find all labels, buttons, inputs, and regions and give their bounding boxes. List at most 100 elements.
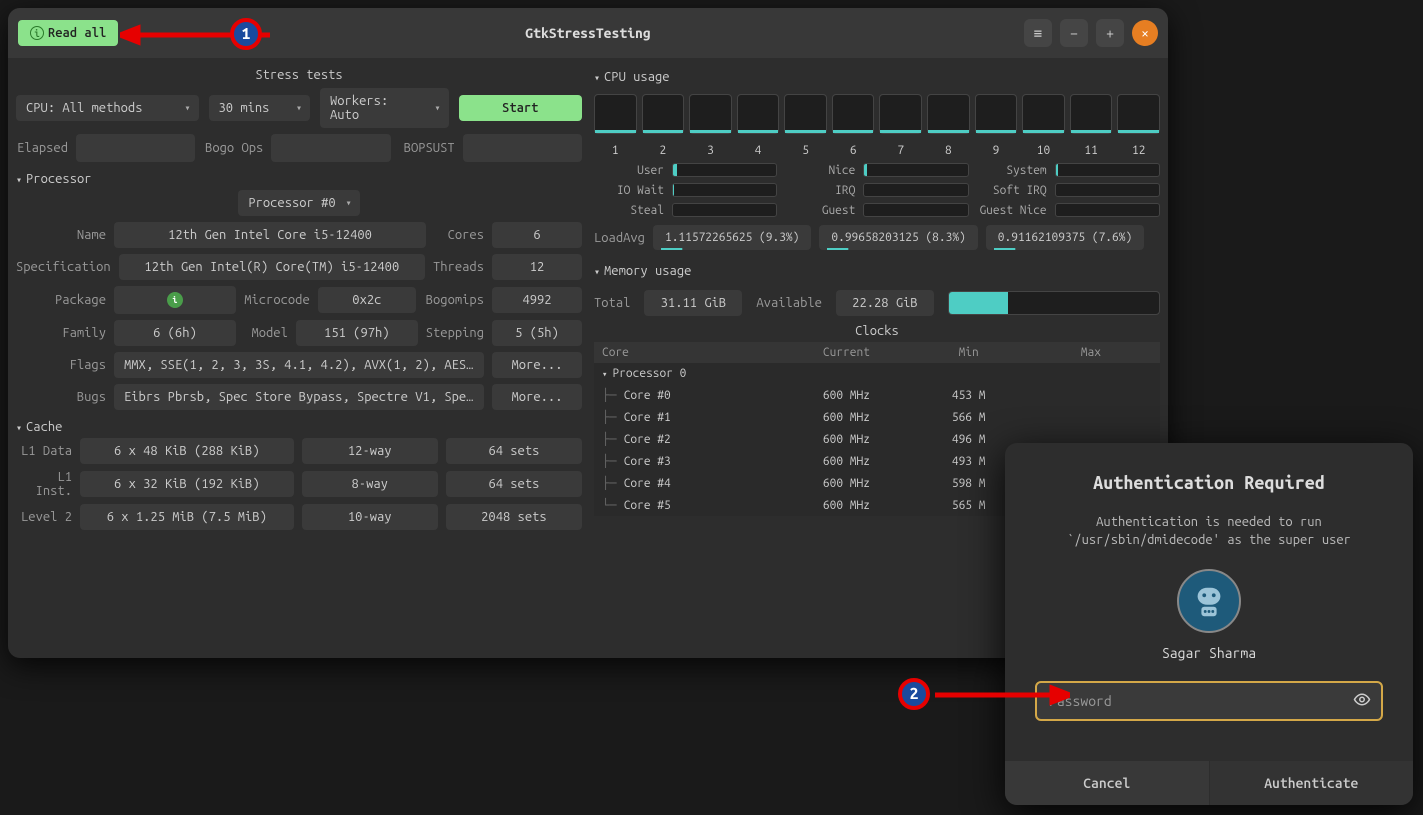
name-label: Name <box>16 228 106 242</box>
clock-row: ├─ Core #1600 MHz566 M <box>594 406 1160 428</box>
meter-bar <box>672 183 777 197</box>
package-info-icon: i <box>167 292 183 308</box>
threads-value: 12 <box>492 254 582 280</box>
processor-selector[interactable]: Processor #0 <box>238 190 359 216</box>
bogomips-label: Bogomips <box>424 293 484 307</box>
meter-label: Soft IRQ <box>977 184 1047 197</box>
cache-sets: 64 sets <box>446 438 582 464</box>
cache-header[interactable]: Cache <box>16 416 582 438</box>
cpu-core-number: 4 <box>737 140 780 157</box>
cpu-core-box <box>642 94 685 134</box>
info-icon: i <box>30 26 44 40</box>
bogoops-value <box>271 134 390 162</box>
bogomips-value: 4992 <box>492 287 582 313</box>
main-window: i Read all GtkStressTesting ≡ − + × Stre… <box>8 8 1168 658</box>
start-button[interactable]: Start <box>459 95 583 121</box>
left-pane: Stress tests CPU: All methods 30 mins Wo… <box>16 66 582 650</box>
clocks-title: Clocks <box>594 316 1160 342</box>
meter-label: System <box>977 164 1047 177</box>
flags-label: Flags <box>16 358 106 372</box>
cores-label: Cores <box>434 228 484 242</box>
cache-label: Level 2 <box>16 510 72 524</box>
cpu-core-box <box>1117 94 1160 134</box>
workers-combo[interactable]: Workers: Auto <box>320 88 449 128</box>
microcode-label: Microcode <box>244 293 310 307</box>
memory-header[interactable]: Memory usage <box>594 260 1160 282</box>
meter-label: Nice <box>785 164 855 177</box>
cancel-button[interactable]: Cancel <box>1005 761 1210 805</box>
flags-value: MMX, SSE(1, 2, 3, 3S, 4.1, 4.2), AVX(1, … <box>114 352 484 378</box>
auth-message: Authentication is needed to run `/usr/sb… <box>1035 513 1383 549</box>
mem-total-value: 31.11 GiB <box>644 290 742 316</box>
cpu-usage-header[interactable]: CPU usage <box>594 66 1160 88</box>
cpu-core-box <box>594 94 637 134</box>
bugs-more-button[interactable]: More... <box>492 384 582 410</box>
load-value: 1.11572265625 (9.3%) <box>653 225 811 250</box>
bogoops-label: Bogo Ops <box>203 141 263 155</box>
read-all-button[interactable]: i Read all <box>18 20 118 46</box>
auth-username: Sagar Sharma <box>1035 645 1383 661</box>
cpu-core-number: 10 <box>1022 140 1065 157</box>
elapsed-value <box>76 134 195 162</box>
family-value: 6 (6h) <box>114 320 236 346</box>
read-all-label: Read all <box>48 26 106 40</box>
spec-value: 12th Gen Intel(R) Core(TM) i5-12400 <box>119 254 425 280</box>
cpu-core-box <box>1022 94 1065 134</box>
meter-label: User <box>594 164 664 177</box>
cpu-core-number: 1 <box>594 140 637 157</box>
clocks-processor-row[interactable]: Processor 0 <box>594 363 1160 384</box>
cache-sets: 2048 sets <box>446 504 582 530</box>
col-current: Current <box>785 346 907 359</box>
maximize-button[interactable]: + <box>1096 19 1124 47</box>
memory-bar <box>948 291 1160 315</box>
col-min: Min <box>908 346 1030 359</box>
reveal-password-icon[interactable] <box>1353 691 1371 712</box>
cpu-core-box <box>832 94 875 134</box>
cpu-core-number: 12 <box>1117 140 1160 157</box>
auth-dialog: Authentication Required Authentication i… <box>1005 443 1413 805</box>
bugs-value: Eibrs Pbrsb, Spec Store Bypass, Spectre … <box>114 384 484 410</box>
clocks-header-row: Core Current Min Max <box>594 342 1160 363</box>
close-button[interactable]: × <box>1132 20 1158 46</box>
cpu-core-number: 11 <box>1070 140 1113 157</box>
authenticate-button[interactable]: Authenticate <box>1210 761 1414 805</box>
cores-value: 6 <box>492 222 582 248</box>
user-avatar-icon <box>1177 569 1241 633</box>
stepping-label: Stepping <box>426 326 484 340</box>
cache-size: 6 x 1.25 MiB (7.5 MiB) <box>80 504 294 530</box>
col-core: Core <box>602 346 785 359</box>
microcode-value: 0x2c <box>318 287 416 313</box>
cpu-core-number: 8 <box>927 140 970 157</box>
minimize-button[interactable]: − <box>1060 19 1088 47</box>
col-max: Max <box>1030 346 1152 359</box>
package-value: i <box>114 286 236 314</box>
cpu-core-grid <box>594 88 1160 140</box>
cpu-core-number: 3 <box>689 140 732 157</box>
processor-header[interactable]: Processor <box>16 168 582 190</box>
meter-bar <box>672 203 777 217</box>
cpu-core-number: 2 <box>642 140 685 157</box>
mem-total-label: Total <box>594 296 630 310</box>
package-label: Package <box>16 293 106 307</box>
cache-label: L1 Inst. <box>16 470 72 498</box>
password-input[interactable] <box>1035 681 1383 721</box>
flags-more-button[interactable]: More... <box>492 352 582 378</box>
meter-label: Steal <box>594 204 664 217</box>
method-combo[interactable]: CPU: All methods <box>16 95 199 121</box>
load-value: 0.99658203125 (8.3%) <box>819 225 977 250</box>
elapsed-label: Elapsed <box>16 141 68 155</box>
auth-title: Authentication Required <box>1035 473 1383 493</box>
model-value: 151 (97h) <box>296 320 418 346</box>
meter-bar <box>863 163 968 177</box>
meter-label: IRQ <box>785 184 855 197</box>
cpu-core-number: 9 <box>975 140 1018 157</box>
menu-button[interactable]: ≡ <box>1024 19 1052 47</box>
meter-label: Guest Nice <box>977 204 1047 217</box>
stepping-value: 5 (5h) <box>492 320 582 346</box>
name-value: 12th Gen Intel Core i5-12400 <box>114 222 426 248</box>
cpu-core-box <box>784 94 827 134</box>
mem-avail-value: 22.28 GiB <box>836 290 934 316</box>
cache-assoc: 12-way <box>302 438 438 464</box>
cpu-core-number: 6 <box>832 140 875 157</box>
duration-combo[interactable]: 30 mins <box>209 95 311 121</box>
